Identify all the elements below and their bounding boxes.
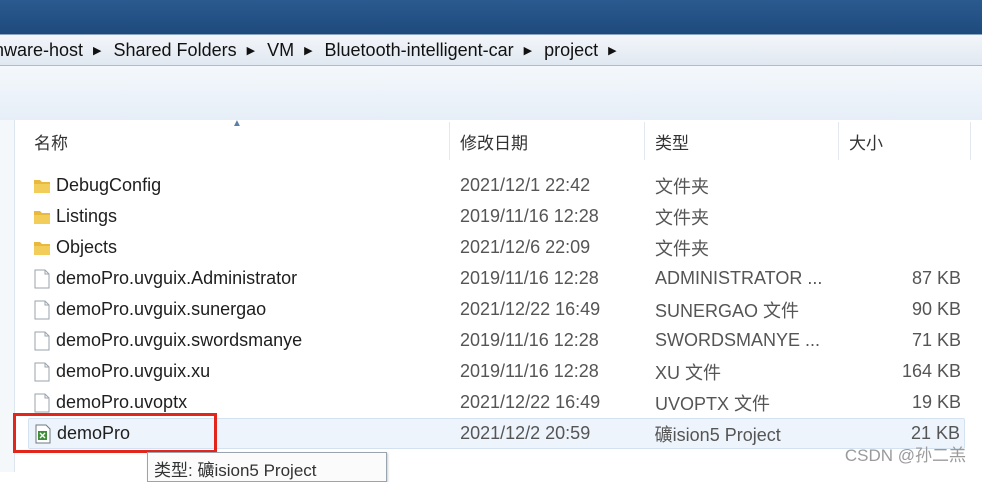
file-size: 87 KB xyxy=(911,268,961,288)
file-type: UVOPTX 文件 xyxy=(655,393,771,414)
column-header-name[interactable]: ▲ 名称 xyxy=(24,118,450,160)
file-icon xyxy=(28,331,56,351)
file-type: SWORDSMANYE ... xyxy=(655,330,821,350)
column-header-date[interactable]: 修改日期 xyxy=(450,122,645,160)
column-header-row: ▲ 名称 修改日期 类型 大小 xyxy=(24,118,971,160)
breadcrumb-arrow-icon[interactable]: ▶ xyxy=(300,44,318,57)
file-date: 2021/12/1 22:42 xyxy=(460,175,591,195)
column-header-type[interactable]: 类型 xyxy=(645,122,839,160)
column-header-label: 修改日期 xyxy=(460,133,528,153)
column-header-label: 名称 xyxy=(34,133,68,153)
file-tooltip: 类型: 礦ision5 Project xyxy=(147,452,387,482)
file-size: 71 KB xyxy=(911,330,961,350)
file-date: 2021/12/2 20:59 xyxy=(460,423,591,443)
file-name: DebugConfig xyxy=(56,175,162,195)
file-row[interactable]: demoPro.uvguix.xu 2019/11/16 12:28 XU 文件… xyxy=(28,356,965,387)
file-type: SUNERGAO 文件 xyxy=(655,300,800,321)
folder-icon xyxy=(28,238,56,258)
breadcrumb-arrow-icon[interactable]: ▶ xyxy=(89,44,107,57)
breadcrumb-item-project[interactable]: project ▶ xyxy=(538,40,623,61)
file-type: XU 文件 xyxy=(655,362,722,383)
breadcrumb-label: Bluetooth-intelligent-car xyxy=(324,39,514,60)
file-name: demoPro.uvguix.xu xyxy=(56,361,211,381)
folder-icon xyxy=(28,176,56,196)
file-date: 2021/12/6 22:09 xyxy=(460,237,591,257)
file-type: 礦ision5 Project xyxy=(654,424,781,445)
file-row[interactable]: demoPro.uvguix.Administrator 2019/11/16 … xyxy=(28,263,965,294)
breadcrumb-arrow-icon[interactable]: ▶ xyxy=(243,44,261,57)
file-name: demoPro.uvguix.Administrator xyxy=(56,268,298,288)
column-header-label: 类型 xyxy=(655,133,689,153)
column-header-size[interactable]: 大小 xyxy=(839,122,971,160)
file-row[interactable]: Objects 2021/12/6 22:09 文件夹 xyxy=(28,232,965,263)
file-size: 164 KB xyxy=(901,361,961,381)
file-row[interactable]: demoPro.uvguix.swordsmanye 2019/11/16 12… xyxy=(28,325,965,356)
file-date: 2019/11/16 12:28 xyxy=(460,330,599,350)
file-name: demoPro.uvguix.swordsmanye xyxy=(56,330,303,350)
file-icon xyxy=(28,269,56,289)
breadcrumb-item-vm[interactable]: VM ▶ xyxy=(261,40,318,61)
breadcrumb-arrow-icon[interactable]: ▶ xyxy=(520,44,538,57)
file-list: DebugConfig 2021/12/1 22:42 文件夹 Listings… xyxy=(28,170,965,449)
window-title-bar xyxy=(0,0,982,34)
file-size: 90 KB xyxy=(911,299,961,319)
breadcrumb: nware-host ▶ Shared Folders ▶ VM ▶ Bluet… xyxy=(0,40,623,61)
annotation-highlight-box xyxy=(13,413,217,453)
breadcrumb-label: nware-host xyxy=(0,39,84,60)
file-date: 2019/11/16 12:28 xyxy=(460,206,599,226)
file-name: demoPro.uvguix.sunergao xyxy=(56,299,267,319)
file-row[interactable]: demoPro.uvguix.sunergao 2021/12/22 16:49… xyxy=(28,294,965,325)
file-type: ADMINISTRATOR ... xyxy=(655,268,823,288)
file-date: 2021/12/22 16:49 xyxy=(460,392,601,412)
file-name: demoPro.uvoptx xyxy=(56,392,188,412)
file-date: 2019/11/16 12:28 xyxy=(460,268,599,288)
breadcrumb-label: project xyxy=(544,39,599,60)
breadcrumb-arrow-icon[interactable]: ▶ xyxy=(604,44,622,57)
file-date: 2019/11/16 12:28 xyxy=(460,361,599,381)
file-type: 文件夹 xyxy=(655,176,709,197)
breadcrumb-item-host[interactable]: nware-host ▶ xyxy=(0,40,108,61)
file-row[interactable]: Listings 2019/11/16 12:28 文件夹 xyxy=(28,201,965,232)
toolbar xyxy=(0,66,982,121)
file-icon xyxy=(28,393,56,413)
file-name: Listings xyxy=(56,206,118,226)
breadcrumb-item-bluetooth-car[interactable]: Bluetooth-intelligent-car ▶ xyxy=(319,40,539,61)
column-header-label: 大小 xyxy=(849,133,883,153)
file-size: 19 KB xyxy=(911,392,961,412)
file-date: 2021/12/22 16:49 xyxy=(460,299,601,319)
file-icon xyxy=(28,362,56,382)
sort-ascending-icon: ▲ xyxy=(232,118,242,129)
breadcrumb-label: Shared Folders xyxy=(113,39,237,60)
breadcrumb-item-shared-folders[interactable]: Shared Folders ▶ xyxy=(108,40,262,61)
breadcrumb-label: VM xyxy=(267,39,295,60)
folder-icon xyxy=(28,207,56,227)
file-type: 文件夹 xyxy=(655,207,709,228)
address-bar[interactable]: nware-host ▶ Shared Folders ▶ VM ▶ Bluet… xyxy=(0,34,982,66)
file-type: 文件夹 xyxy=(655,238,709,259)
file-name: Objects xyxy=(56,237,118,257)
file-row[interactable]: DebugConfig 2021/12/1 22:42 文件夹 xyxy=(28,170,965,201)
watermark: CSDN @孙二羔 xyxy=(844,446,966,465)
file-icon xyxy=(28,300,56,320)
